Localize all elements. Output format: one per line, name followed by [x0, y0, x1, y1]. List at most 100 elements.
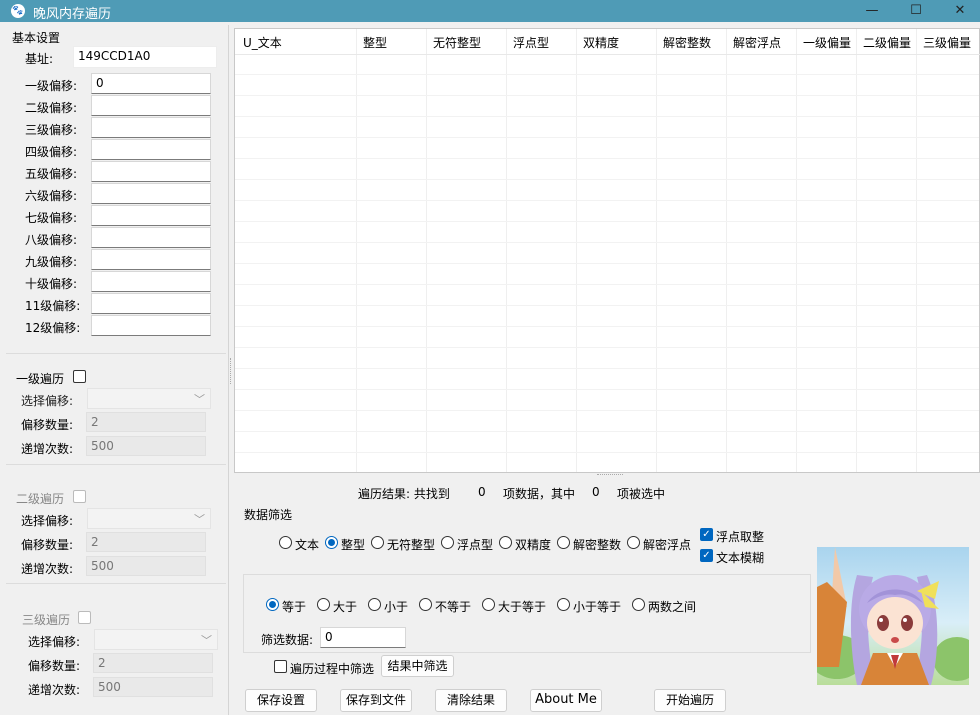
row-line	[235, 263, 979, 264]
row-line	[235, 116, 979, 117]
level2-traverse-label: 二级遍历	[16, 492, 65, 506]
filter-during-label[interactable]: 遍历过程中筛选	[290, 660, 374, 677]
offset-input[interactable]	[91, 95, 211, 116]
type-radio[interactable]	[627, 536, 640, 549]
main-window: 🐾 晚风内存遍历 — ☐ ✕ 基本设置 基址: 149CCD1A0 一级偏移: …	[0, 0, 980, 715]
row-line	[235, 389, 979, 390]
type-radio[interactable]	[441, 536, 454, 549]
level3-traverse-checkbox[interactable]	[78, 611, 91, 624]
type-radio[interactable]	[371, 536, 384, 549]
select-offset-combo[interactable]: ﹀	[87, 508, 211, 529]
compare-radio[interactable]	[632, 598, 645, 611]
select-offset-combo[interactable]: ﹀	[87, 388, 211, 409]
start-traverse-button[interactable]: 开始遍历	[654, 689, 726, 712]
column-header[interactable]: 三级偏量	[923, 34, 971, 51]
compare-radio[interactable]	[317, 598, 330, 611]
select-offset-label: 选择偏移:	[21, 514, 74, 528]
offset-input[interactable]	[91, 249, 211, 270]
offset-label: 五级偏移:	[25, 167, 78, 181]
offset-input[interactable]: 0	[91, 73, 211, 94]
vertical-splitter[interactable]	[228, 25, 229, 715]
offset-input[interactable]	[91, 183, 211, 204]
type-radio[interactable]	[499, 536, 512, 549]
offset-input[interactable]	[91, 271, 211, 292]
minimize-button[interactable]: —	[852, 0, 892, 22]
row-line	[235, 158, 979, 159]
clear-results-button[interactable]: 清除结果	[435, 689, 507, 712]
offset-input[interactable]	[91, 227, 211, 248]
splitter-grip-icon[interactable]	[230, 358, 233, 384]
compare-radio-label[interactable]: 小于等于	[573, 598, 621, 615]
offset-input[interactable]	[91, 205, 211, 226]
compare-radio[interactable]	[419, 598, 432, 611]
select-offset-label: 选择偏移:	[28, 635, 81, 649]
compare-radio-label[interactable]: 不等于	[435, 598, 471, 615]
paw-icon: 🐾	[11, 4, 25, 18]
column-header[interactable]: 整型	[363, 34, 387, 51]
results-grid[interactable]: U_文本 整型 无符整型 浮点型 双精度 解密整数 解密浮点 一级偏量 二级偏量…	[234, 28, 980, 473]
level2-traverse-checkbox[interactable]	[73, 490, 86, 503]
compare-radio[interactable]	[266, 598, 279, 611]
type-radio-label[interactable]: 解密整数	[573, 536, 621, 553]
select-offset-label: 选择偏移:	[21, 394, 74, 408]
compare-radio[interactable]	[557, 598, 570, 611]
offset-input[interactable]	[91, 139, 211, 160]
offset-label: 八级偏移:	[25, 233, 78, 247]
column-header[interactable]: 无符整型	[433, 34, 481, 51]
type-radio-label[interactable]: 双精度	[515, 536, 551, 553]
increment-count-label: 递增次数:	[21, 442, 74, 456]
compare-radio-label[interactable]: 大于	[333, 598, 357, 615]
level1-traverse-checkbox[interactable]	[73, 370, 86, 383]
row-line	[235, 221, 979, 222]
save-settings-button[interactable]: 保存设置	[245, 689, 317, 712]
column-header[interactable]: U_文本	[243, 34, 282, 51]
column-header[interactable]: 解密浮点	[733, 34, 781, 51]
compare-radio[interactable]	[482, 598, 495, 611]
type-radio-label[interactable]: 浮点型	[457, 536, 493, 553]
offset-input[interactable]	[91, 293, 211, 314]
type-radio[interactable]	[557, 536, 570, 549]
offset-input[interactable]	[91, 161, 211, 182]
about-me-button[interactable]: About Me	[530, 689, 602, 712]
offset-label: 一级偏移:	[25, 79, 78, 93]
filter-data-input[interactable]: 0	[320, 627, 406, 648]
column-header[interactable]: 双精度	[583, 34, 619, 51]
float-round-checkbox[interactable]: ✓	[700, 528, 713, 541]
column-header[interactable]: 二级偏量	[863, 34, 911, 51]
type-radio-label[interactable]: 解密浮点	[643, 536, 691, 553]
divider	[6, 464, 226, 465]
status-prefix: 遍历结果: 共找到	[358, 487, 450, 501]
type-radio[interactable]	[325, 536, 338, 549]
title-bar: 🐾 晚风内存遍历 — ☐ ✕	[0, 0, 980, 22]
window-title: 晚风内存遍历	[33, 7, 112, 22]
divider	[6, 353, 226, 354]
row-line	[235, 74, 979, 75]
compare-radio[interactable]	[368, 598, 381, 611]
column-header[interactable]: 解密整数	[663, 34, 711, 51]
compare-radio-label[interactable]: 大于等于	[498, 598, 546, 615]
type-radio-label[interactable]: 无符整型	[387, 536, 435, 553]
compare-radio-label[interactable]: 等于	[282, 598, 306, 615]
splitter-grip-icon[interactable]	[597, 474, 623, 477]
type-radio-label[interactable]: 整型	[341, 536, 365, 553]
select-offset-combo[interactable]: ﹀	[94, 629, 218, 650]
offset-label: 二级偏移:	[25, 101, 78, 115]
float-round-label[interactable]: 浮点取整	[716, 528, 764, 545]
text-fuzzy-checkbox[interactable]: ✓	[700, 549, 713, 562]
close-button[interactable]: ✕	[940, 0, 980, 22]
text-fuzzy-label[interactable]: 文本模糊	[716, 549, 764, 566]
column-header[interactable]: 浮点型	[513, 34, 549, 51]
type-radio[interactable]	[279, 536, 292, 549]
maximize-button[interactable]: ☐	[896, 0, 936, 22]
offset-input[interactable]	[91, 117, 211, 138]
compare-radio-label[interactable]: 两数之间	[648, 598, 696, 615]
compare-radio-label[interactable]: 小于	[384, 598, 408, 615]
save-to-file-button[interactable]: 保存到文件	[340, 689, 412, 712]
type-radio-label[interactable]: 文本	[295, 536, 319, 553]
base-address-input[interactable]: 149CCD1A0	[73, 46, 217, 68]
filter-during-checkbox[interactable]	[274, 660, 287, 673]
row-line	[235, 200, 979, 201]
column-header[interactable]: 一级偏量	[803, 34, 851, 51]
offset-input[interactable]	[91, 315, 211, 336]
filter-results-button[interactable]: 结果中筛选	[381, 655, 454, 677]
